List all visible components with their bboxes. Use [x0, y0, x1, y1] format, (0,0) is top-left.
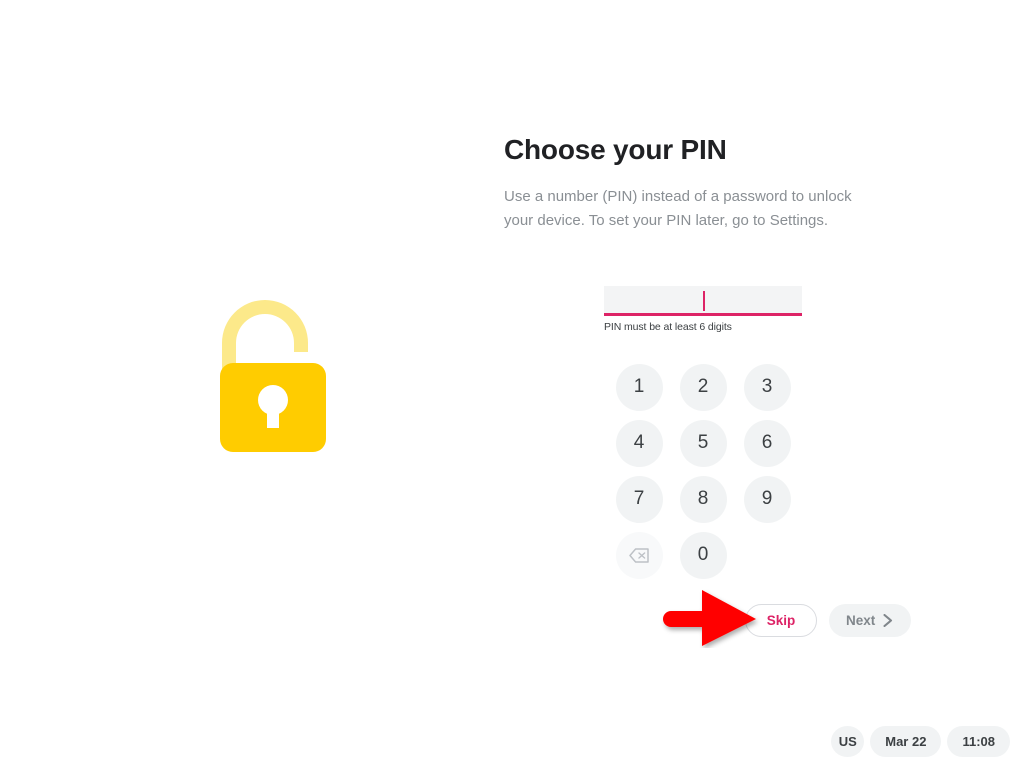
keypad-key-5[interactable]: 5	[679, 419, 727, 467]
keypad-key-0[interactable]: 0	[679, 531, 727, 579]
pin-setup-panel: Choose your PIN Use a number (PIN) inste…	[504, 130, 924, 233]
keypad-key-1[interactable]: 1	[615, 363, 663, 411]
pin-keypad: 123 456 7890	[607, 359, 799, 583]
status-date[interactable]: Mar 22	[870, 726, 942, 757]
status-bar: US Mar 22 11:08	[831, 726, 1010, 757]
page-title: Choose your PIN	[504, 134, 727, 165]
keypad-key-7[interactable]: 7	[615, 475, 663, 523]
next-button-label: Next	[846, 613, 876, 628]
padlock-keyhole-stem	[267, 400, 279, 428]
keypad-key-2[interactable]: 2	[679, 363, 727, 411]
chevron-right-icon	[883, 614, 893, 627]
backspace-icon	[629, 547, 649, 563]
text-caret	[703, 291, 705, 311]
keypad-key-spacer	[744, 532, 791, 579]
pin-field-group: PIN must be at least 6 digits	[604, 286, 802, 333]
keypad-key-4[interactable]: 4	[615, 419, 663, 467]
pin-hint-text: PIN must be at least 6 digits	[604, 321, 732, 333]
keypad-key-9[interactable]: 9	[743, 475, 791, 523]
keypad-key-8[interactable]: 8	[679, 475, 727, 523]
page-subtitle: Use a number (PIN) instead of a password…	[504, 188, 852, 229]
next-button[interactable]: Next	[829, 604, 912, 637]
skip-button[interactable]: Skip	[745, 604, 817, 637]
action-button-row: Skip Next	[745, 604, 912, 637]
keypad-key-3[interactable]: 3	[743, 363, 791, 411]
open-padlock-icon	[220, 300, 326, 452]
status-locale[interactable]: US	[831, 726, 865, 757]
status-time[interactable]: 11:08	[947, 726, 1010, 757]
keypad-key-6[interactable]: 6	[743, 419, 791, 467]
keypad-key-backspace[interactable]	[615, 531, 663, 579]
pin-input[interactable]	[604, 286, 802, 316]
